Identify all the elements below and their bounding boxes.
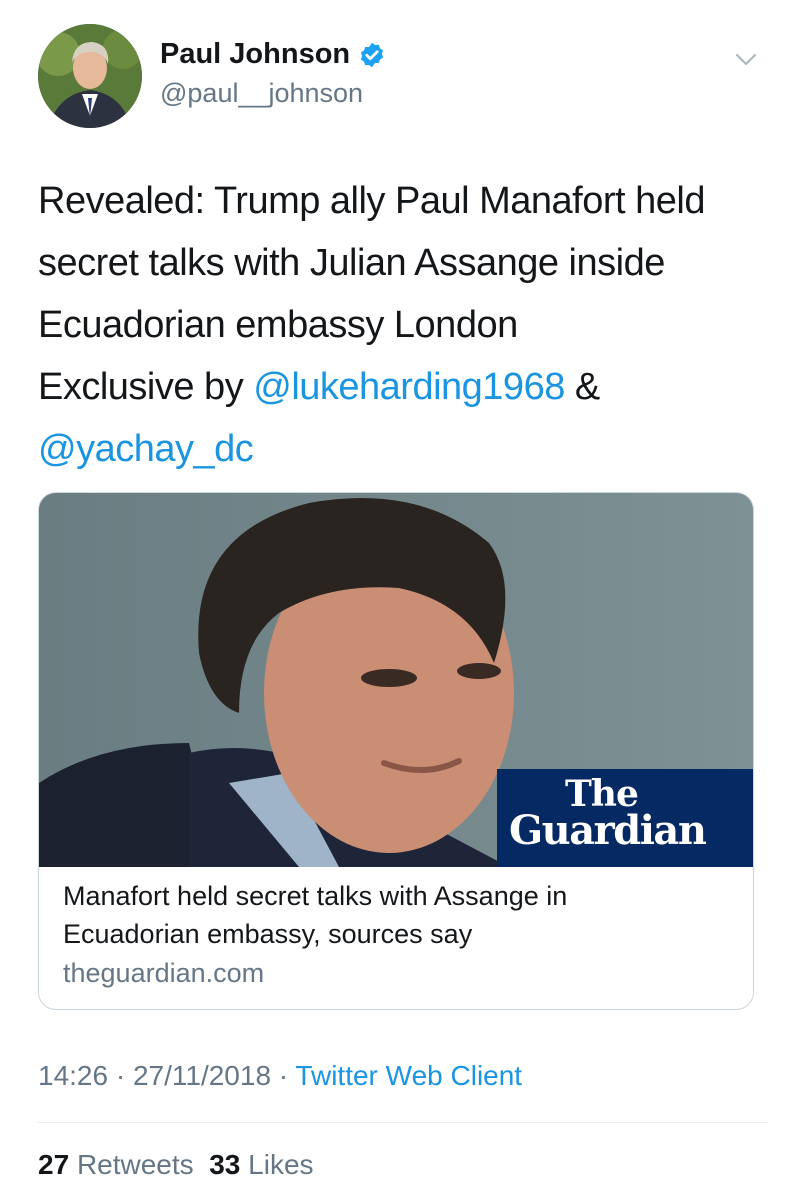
- meta-separator: ·: [271, 1060, 296, 1091]
- card-domain: theguardian.com: [63, 958, 265, 988]
- mention-link-yachay-dc[interactable]: @yachay_dc: [38, 418, 768, 480]
- author-name-row[interactable]: Paul Johnson: [160, 38, 386, 71]
- link-preview-card[interactable]: The Guardian Manafort held secret talks …: [38, 492, 754, 1010]
- card-body[interactable]: Manafort held secret talks with Assange …: [63, 877, 733, 992]
- tweet-text-line: Ecuadorian embassy London: [38, 304, 518, 346]
- likes-label[interactable]: Likes: [248, 1149, 313, 1180]
- retweets-count[interactable]: 27: [38, 1149, 69, 1180]
- guardian-logo: The Guardian: [497, 769, 753, 867]
- tweet-text-line: Revealed: Trump ally Paul Manafort held: [38, 180, 705, 222]
- card-title: Manafort held secret talks with Assange …: [63, 877, 733, 953]
- card-image[interactable]: The Guardian: [39, 493, 753, 867]
- tweet-stats: 27 Retweets 33 Likes: [38, 1149, 314, 1181]
- tweet-text-fragment: Exclusive by: [38, 366, 254, 408]
- guardian-logo-guardian: Guardian: [509, 807, 707, 854]
- tweet-client-link[interactable]: Twitter Web Client: [295, 1060, 522, 1091]
- tweet-meta: 14:26 · 27/11/2018 · Twitter Web Client: [38, 1060, 522, 1092]
- tweet-text-fragment: &: [564, 366, 600, 408]
- card-title-line: Ecuadorian embassy, sources say: [63, 919, 473, 949]
- author-handle[interactable]: @paul__johnson: [160, 78, 363, 109]
- author-name[interactable]: Paul Johnson: [160, 38, 350, 71]
- avatar[interactable]: [38, 24, 142, 128]
- likes-count[interactable]: 33: [209, 1149, 240, 1180]
- tweet-time[interactable]: 14:26: [38, 1060, 108, 1091]
- avatar-photo: [38, 24, 142, 128]
- tweet-text: Revealed: Trump ally Paul Manafort held …: [38, 170, 768, 480]
- retweets-label[interactable]: Retweets: [77, 1149, 194, 1180]
- tweet-text-line: Exclusive by @lukeharding1968 &: [38, 356, 768, 418]
- tweet-text-line: secret talks with Julian Assange inside: [38, 242, 665, 284]
- card-title-line: Manafort held secret talks with Assange …: [63, 881, 568, 911]
- verified-badge-icon: [358, 41, 386, 69]
- chevron-down-icon[interactable]: [734, 50, 758, 70]
- meta-separator: ·: [108, 1060, 133, 1091]
- divider: [38, 1122, 768, 1123]
- tweet-date[interactable]: 27/11/2018: [133, 1060, 271, 1091]
- mention-link-lukeharding1968[interactable]: @lukeharding1968: [253, 366, 565, 408]
